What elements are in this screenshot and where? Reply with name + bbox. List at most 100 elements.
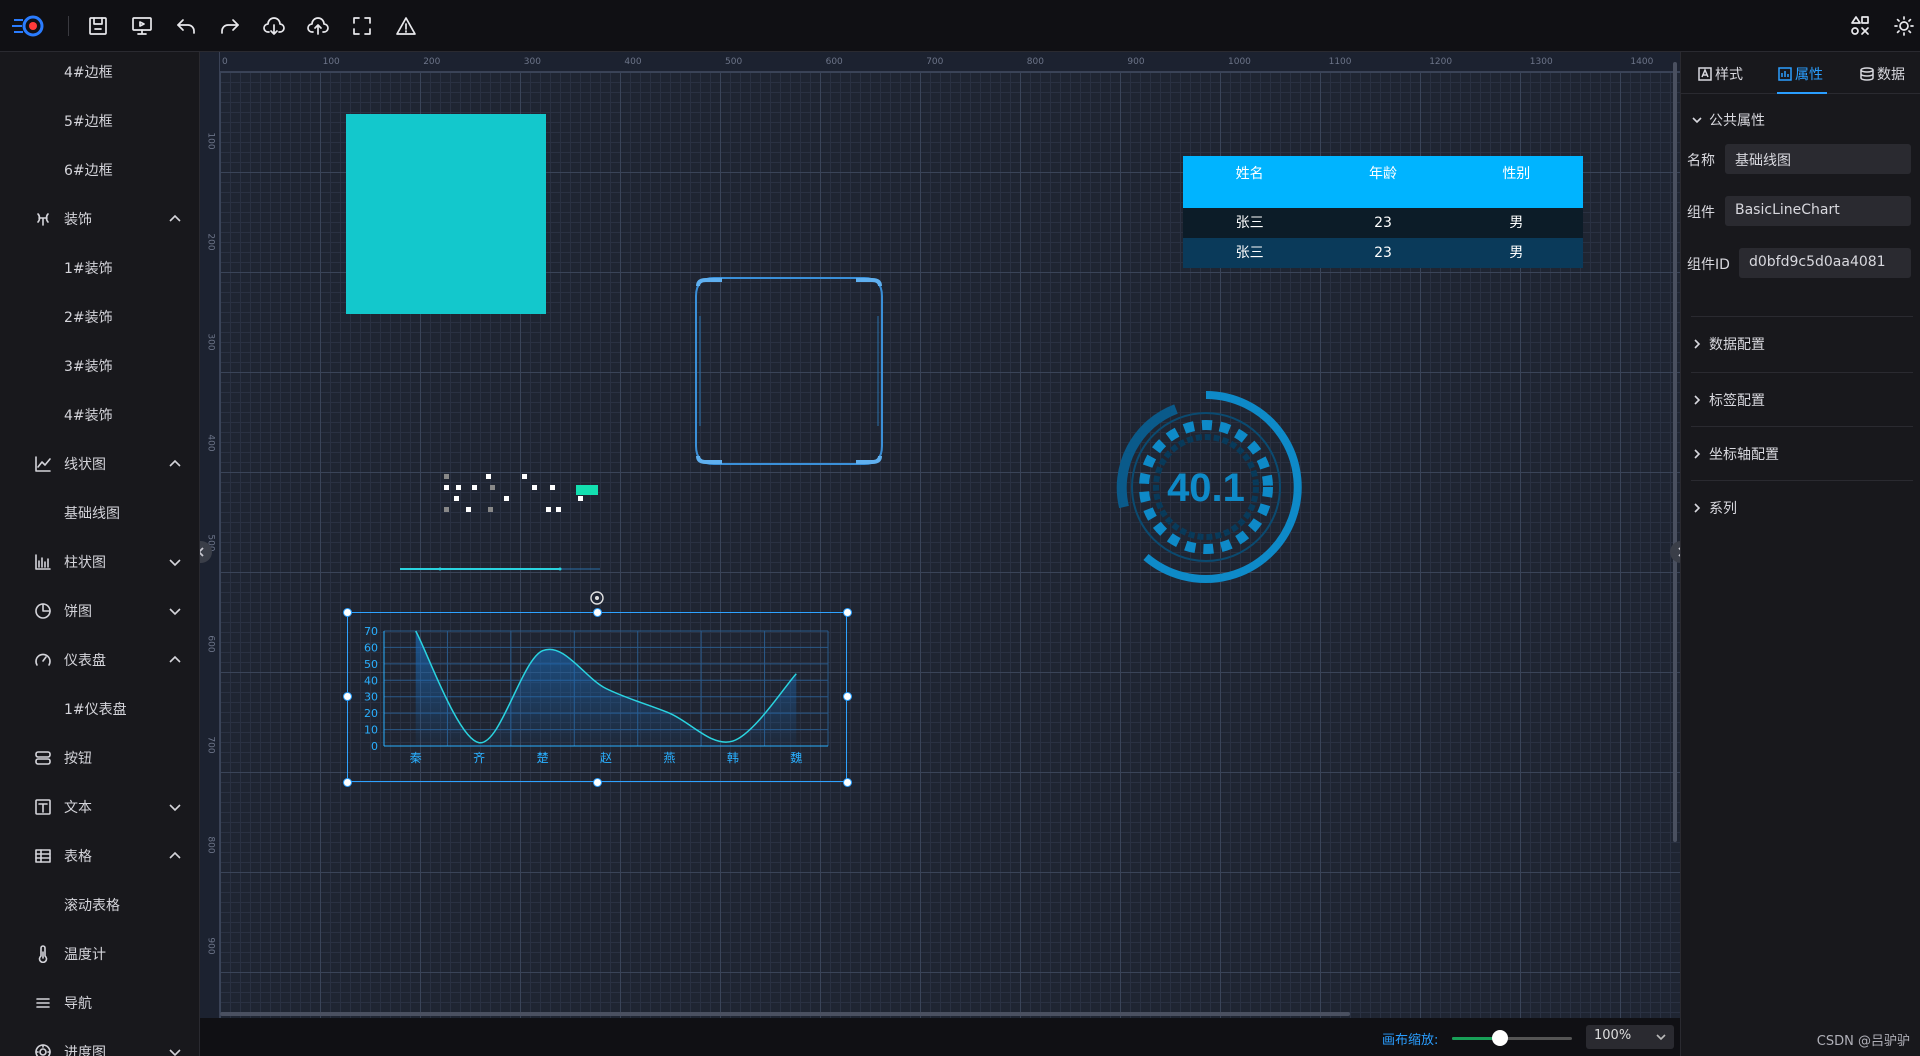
basic-line-chart-component[interactable]: 0 10 20 30 40 50 60 70 秦 齐 楚 赵 燕 韩 魏: [347, 612, 847, 782]
section-common-header[interactable]: 公共属性: [1691, 110, 1765, 130]
chevron-up-icon[interactable]: [168, 457, 182, 471]
chevron-up-icon[interactable]: [168, 212, 182, 226]
sidebar-group[interactable]: 仪表盘: [0, 636, 199, 684]
properties-icon: [1778, 67, 1792, 81]
sidebar-group[interactable]: 饼图: [0, 587, 199, 635]
tab-style[interactable]: 样式: [1697, 64, 1743, 84]
tab-label: 属性: [1795, 67, 1823, 83]
zoom-value: 100%: [1594, 1028, 1632, 1043]
sidebar-group[interactable]: 线状图: [0, 440, 199, 488]
upload-button[interactable]: [304, 12, 332, 40]
chevron-down-icon[interactable]: [168, 800, 182, 814]
resize-handle[interactable]: [593, 608, 602, 617]
resize-handle[interactable]: [843, 692, 852, 701]
rotate-icon[interactable]: [589, 590, 605, 606]
name-field[interactable]: 基础线图: [1725, 144, 1911, 174]
decoration-line-component[interactable]: [400, 565, 600, 573]
ruler-tick-label: 100: [205, 132, 216, 150]
rectangle-component[interactable]: [346, 114, 546, 314]
section-title: 数据配置: [1709, 337, 1765, 353]
table-cell: 男: [1509, 245, 1524, 261]
component-field[interactable]: BasicLineChart: [1725, 196, 1911, 226]
fullscreen-button[interactable]: [348, 12, 376, 40]
sidebar-group[interactable]: 文本: [0, 783, 199, 831]
redo-button[interactable]: [216, 12, 244, 40]
x-tick-label: 秦: [410, 751, 422, 765]
resize-handle[interactable]: [343, 778, 352, 787]
ruler-vertical: 100 200 300 400 500 600 700 800 900: [200, 52, 220, 1018]
sidebar-group[interactable]: 温度计: [0, 930, 199, 978]
sidebar-group[interactable]: 按钮: [0, 734, 199, 782]
border-frame-component[interactable]: [694, 276, 884, 466]
zoom-slider-knob[interactable]: [1492, 1030, 1508, 1046]
undo-button[interactable]: [172, 12, 200, 40]
decoration-dot: [466, 507, 471, 512]
decoration-dots-component[interactable]: [442, 472, 622, 522]
chevron-down-icon[interactable]: [168, 555, 182, 569]
sidebar-group[interactable]: 柱状图: [0, 538, 199, 586]
table-cell: 男: [1509, 215, 1524, 231]
tab-data[interactable]: 数据: [1859, 64, 1905, 84]
sidebar-item[interactable]: 3#装饰: [0, 342, 199, 390]
canvas-footer: 画布缩放: 100%: [200, 1018, 1680, 1056]
save-button[interactable]: [84, 12, 112, 40]
sidebar-item[interactable]: 2#装饰: [0, 293, 199, 341]
tab-label: 数据: [1877, 67, 1905, 83]
upload-icon: [307, 17, 329, 35]
chevron-down-icon[interactable]: [168, 604, 182, 618]
chevron-up-icon[interactable]: [168, 653, 182, 667]
download-icon: [263, 17, 285, 35]
table-header-cell: 年龄: [1368, 166, 1397, 182]
chevron-down-icon[interactable]: [168, 1045, 182, 1056]
canvas-vertical-scrollbar[interactable]: [1673, 62, 1677, 842]
zoom-slider[interactable]: [1452, 1030, 1572, 1046]
save-icon: [89, 17, 107, 35]
app-logo-icon[interactable]: [12, 12, 46, 40]
layout-button[interactable]: [1846, 12, 1874, 40]
zoom-select[interactable]: 100%: [1586, 1025, 1674, 1049]
sidebar-item[interactable]: 6#边框: [0, 146, 199, 194]
resize-handle[interactable]: [843, 778, 852, 787]
gauge-component[interactable]: 40.1: [1106, 387, 1306, 587]
sidebar-item[interactable]: 基础线图: [0, 489, 199, 537]
sidebar-item-label: 线状图: [64, 457, 106, 473]
sidebar-item[interactable]: 4#装饰: [0, 391, 199, 439]
sidebar-item-label: 4#装饰: [64, 408, 113, 424]
resize-handle[interactable]: [593, 778, 602, 787]
sidebar-group[interactable]: 导航: [0, 979, 199, 1027]
decoration-icon: [34, 210, 52, 228]
table-cell: 23: [1374, 245, 1392, 261]
sidebar-item[interactable]: 4#边框: [0, 52, 199, 96]
chevron-right-icon: [1694, 339, 1701, 349]
database-icon: [1860, 67, 1874, 81]
chevron-up-icon[interactable]: [168, 849, 182, 863]
theme-toggle-button[interactable]: [1892, 12, 1916, 40]
sidebar-item[interactable]: 滚动表格: [0, 881, 199, 929]
sidebar-group[interactable]: 表格: [0, 832, 199, 880]
preview-button[interactable]: [128, 12, 156, 40]
sidebar-item[interactable]: 5#边框: [0, 97, 199, 145]
section-title: 系列: [1709, 501, 1737, 517]
table-header: 姓名 年龄 性别: [1183, 156, 1583, 208]
chevron-left-icon: [200, 547, 204, 557]
component-id-field[interactable]: d0bfd9c5d0aa4081: [1739, 248, 1911, 278]
resize-handle[interactable]: [843, 608, 852, 617]
download-button[interactable]: [260, 12, 288, 40]
sidebar-item[interactable]: 1#仪表盘: [0, 685, 199, 733]
editor-canvas[interactable]: 0 100 200 300 400 500 600 700 800 900 1000 1100 1200…: [200, 52, 1680, 1018]
scroll-table-component[interactable]: 姓名 年龄 性别 张三 23 男 张三 23 男: [1183, 156, 1583, 274]
sidebar-group[interactable]: 进度图: [0, 1028, 199, 1056]
ruler-tick-label: 900: [1127, 57, 1145, 67]
sidebar-item[interactable]: 1#装饰: [0, 244, 199, 292]
resize-handle[interactable]: [343, 608, 352, 617]
section-label-config-header[interactable]: 标签配置: [1691, 390, 1765, 410]
section-data-config-header[interactable]: 数据配置: [1691, 334, 1765, 354]
warning-button[interactable]: [392, 12, 420, 40]
sidebar-group[interactable]: 装饰: [0, 195, 199, 243]
canvas-horizontal-scrollbar[interactable]: [220, 1012, 1350, 1016]
tab-properties[interactable]: 属性: [1777, 64, 1823, 84]
section-series-header[interactable]: 系列: [1691, 498, 1737, 518]
section-axis-config-header[interactable]: 坐标轴配置: [1691, 444, 1779, 464]
resize-handle[interactable]: [343, 692, 352, 701]
decoration-highlight: [576, 485, 598, 495]
